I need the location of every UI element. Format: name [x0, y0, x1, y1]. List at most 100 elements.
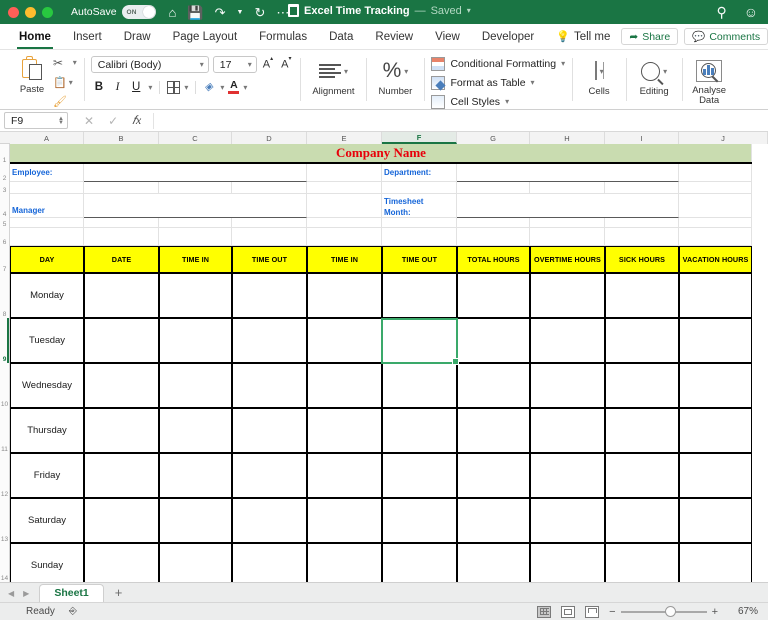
cell-F6[interactable]: [382, 228, 457, 246]
timesheet-cell-2-6[interactable]: [457, 363, 530, 408]
timesheet-cell-2-2[interactable]: [159, 363, 232, 408]
chevron-down-icon[interactable]: ▾: [404, 67, 408, 76]
font-color-icon[interactable]: A: [228, 80, 239, 94]
timesheet-header-1[interactable]: DATE: [84, 246, 159, 273]
chevron-down-icon[interactable]: ▾: [505, 97, 509, 106]
ribbon-group-cells[interactable]: ▾ Cells: [572, 52, 626, 109]
timesheet-cell-0-7[interactable]: [530, 273, 605, 318]
cell-E2[interactable]: [307, 164, 382, 182]
tell-me-button[interactable]: 💡 Tell me: [545, 24, 621, 50]
timesheet-header-0[interactable]: DAY: [10, 246, 84, 273]
column-header-I[interactable]: I: [605, 132, 679, 144]
undo-icon[interactable]: ↷: [215, 6, 226, 19]
timesheet-cell-3-1[interactable]: [84, 408, 159, 453]
column-header-D[interactable]: D: [232, 132, 307, 144]
timesheet-cell-6-8[interactable]: [605, 543, 679, 582]
chevron-down-icon[interactable]: ▾: [220, 83, 224, 92]
row-header-6[interactable]: 6: [0, 228, 10, 246]
prev-sheet-icon[interactable]: ◀: [8, 589, 14, 598]
row-header-11[interactable]: 11: [0, 408, 10, 453]
format-painter-button[interactable]: 🖌: [53, 93, 67, 109]
timesheet-cell-4-1[interactable]: [84, 453, 159, 498]
timesheet-cell-3-2[interactable]: [159, 408, 232, 453]
underline-button[interactable]: U: [128, 81, 144, 93]
cell-A4-manager-label[interactable]: Manager: [10, 194, 84, 218]
cell-J2[interactable]: [679, 164, 752, 182]
row-header-14[interactable]: 14: [0, 543, 10, 582]
format-as-table-button[interactable]: Format as Table ▾: [431, 75, 534, 90]
row-header-9[interactable]: 9: [0, 318, 10, 363]
timesheet-cell-4-7[interactable]: [530, 453, 605, 498]
cell-I6[interactable]: [605, 228, 679, 246]
timesheet-row-day-0[interactable]: Monday: [10, 273, 84, 318]
home-icon[interactable]: ⌂: [169, 6, 177, 19]
cell-J5[interactable]: [679, 218, 752, 228]
timesheet-cell-6-1[interactable]: [84, 543, 159, 582]
chevron-down-icon[interactable]: ▼: [237, 9, 244, 16]
borders-icon[interactable]: [167, 81, 180, 94]
cell-E3[interactable]: [307, 182, 382, 194]
cell-I5[interactable]: [605, 218, 679, 228]
insert-function-icon[interactable]: 𝑓x: [132, 113, 141, 128]
cell-I3[interactable]: [605, 182, 679, 194]
cell-G4-timesheet-month-value[interactable]: [457, 194, 679, 218]
cell-J3[interactable]: [679, 182, 752, 194]
timesheet-cell-5-7[interactable]: [530, 498, 605, 543]
timesheet-header-3[interactable]: TIME OUT: [232, 246, 307, 273]
row-header-2[interactable]: 2: [0, 164, 10, 182]
cell-C6[interactable]: [159, 228, 232, 246]
normal-view-icon[interactable]: [537, 606, 551, 618]
tab-insert[interactable]: Insert: [62, 24, 113, 50]
timesheet-cell-5-6[interactable]: [457, 498, 530, 543]
zoom-track[interactable]: [621, 611, 707, 613]
ribbon-group-number[interactable]: % ▾ Number: [366, 52, 424, 109]
cell-A5[interactable]: [10, 218, 84, 228]
cell-C5[interactable]: [159, 218, 232, 228]
name-box[interactable]: F9 ▲▼: [4, 112, 68, 129]
smiley-icon[interactable]: ☺: [744, 5, 758, 19]
zoom-out-button[interactable]: −: [609, 606, 615, 618]
sheet-tab-sheet1[interactable]: Sheet1: [39, 584, 103, 602]
timesheet-cell-0-2[interactable]: [159, 273, 232, 318]
next-sheet-icon[interactable]: ▶: [23, 589, 29, 598]
timesheet-row-day-5[interactable]: Saturday: [10, 498, 84, 543]
cell-styles-button[interactable]: Cell Styles ▾: [431, 94, 509, 109]
cell-G6[interactable]: [457, 228, 530, 246]
cell-C3[interactable]: [159, 182, 232, 194]
cut-button[interactable]: ✂: [53, 55, 63, 71]
chevron-down-icon[interactable]: ▾: [69, 78, 73, 87]
timesheet-cell-0-1[interactable]: [84, 273, 159, 318]
formula-input[interactable]: [153, 113, 768, 129]
cell-J6[interactable]: [679, 228, 752, 246]
cell-F5[interactable]: [382, 218, 457, 228]
timesheet-header-4[interactable]: TIME IN: [307, 246, 382, 273]
column-header-B[interactable]: B: [84, 132, 159, 144]
share-button[interactable]: ➦ Share: [621, 28, 678, 45]
timesheet-cell-1-9[interactable]: [679, 318, 752, 363]
window-controls[interactable]: [0, 7, 53, 18]
column-header-F[interactable]: F: [382, 132, 457, 144]
timesheet-cell-1-2[interactable]: [159, 318, 232, 363]
cell-E4[interactable]: [307, 194, 382, 218]
tab-draw[interactable]: Draw: [113, 24, 162, 50]
tab-view[interactable]: View: [424, 24, 471, 50]
zoom-level-label[interactable]: 67%: [728, 606, 758, 617]
timesheet-cell-3-3[interactable]: [232, 408, 307, 453]
timesheet-cell-1-5[interactable]: [382, 318, 457, 363]
paste-button[interactable]: Paste: [11, 52, 53, 95]
timesheet-cell-2-7[interactable]: [530, 363, 605, 408]
maximize-window-button[interactable]: [42, 7, 53, 18]
timesheet-cell-6-5[interactable]: [382, 543, 457, 582]
chevron-down-icon[interactable]: ▾: [148, 83, 152, 92]
timesheet-cell-2-1[interactable]: [84, 363, 159, 408]
chevron-down-icon[interactable]: ▾: [531, 78, 535, 87]
save-icon[interactable]: 💾: [187, 6, 203, 19]
cancel-icon[interactable]: ✕: [84, 114, 94, 128]
cell-G5[interactable]: [457, 218, 530, 228]
cell-H3[interactable]: [530, 182, 605, 194]
column-header-A[interactable]: A: [10, 132, 84, 144]
page-layout-view-icon[interactable]: [561, 606, 575, 618]
timesheet-cell-2-5[interactable]: [382, 363, 457, 408]
timesheet-header-7[interactable]: OVERTIME HOURS: [530, 246, 605, 273]
chevron-down-icon[interactable]: ▾: [243, 83, 247, 92]
